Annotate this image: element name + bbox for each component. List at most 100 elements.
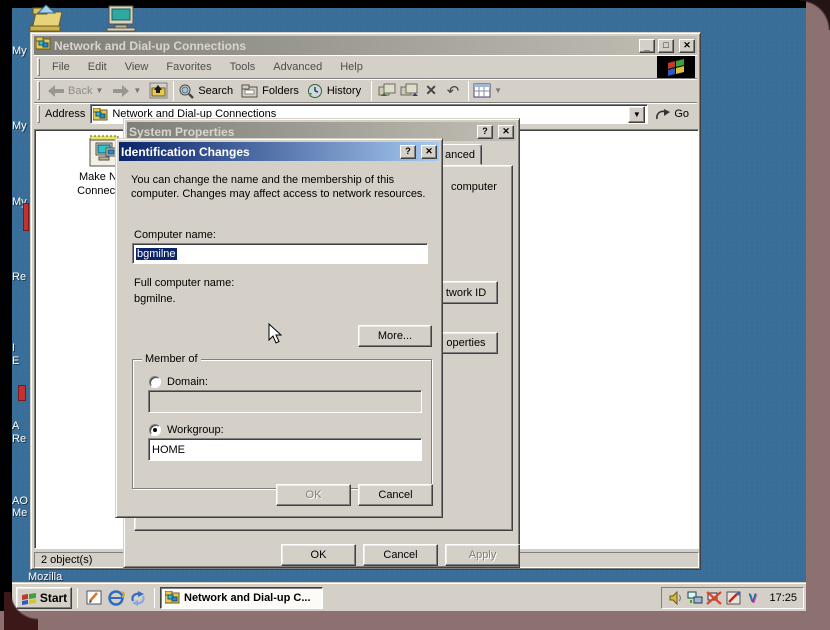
system-tray: V 17:25 [661, 587, 804, 609]
desktop-label[interactable]: E [12, 355, 19, 367]
monitor-screen: My D My My Re I E A Re AO Me Mozilla Net… [0, 0, 830, 630]
undo-icon[interactable]: ↶ [443, 81, 463, 101]
menu-tools[interactable]: Tools [221, 59, 265, 75]
dialog-title: System Properties [129, 125, 474, 139]
properties-button[interactable]: operties [434, 332, 498, 354]
member-of-label: Member of [142, 353, 201, 365]
help-button[interactable]: ? [477, 125, 493, 139]
identification-changes-titlebar[interactable]: Identification Changes ? ✕ [119, 142, 439, 161]
help-button[interactable]: ? [400, 145, 416, 159]
desktop-label[interactable]: Re [12, 433, 26, 445]
views-icon [473, 83, 491, 98]
ok-button[interactable]: OK [276, 484, 351, 506]
toolbar-grip[interactable] [37, 81, 40, 99]
desktop-label[interactable]: AO [12, 495, 28, 507]
domain-radio[interactable] [149, 376, 161, 388]
history-icon [307, 83, 324, 99]
menu-bar: File Edit View Favorites Tools Advanced … [34, 55, 697, 78]
workgroup-input[interactable]: HOME [148, 438, 422, 461]
workgroup-radio[interactable] [149, 424, 161, 436]
desktop-label[interactable]: I [12, 342, 15, 354]
maximize-button[interactable]: □ [658, 39, 674, 53]
search-icon [178, 83, 195, 99]
network-computers-icon[interactable] [687, 590, 703, 606]
paintbrush-icon[interactable] [725, 590, 741, 606]
network-disconnected-icon[interactable] [706, 590, 722, 606]
address-dropdown-button[interactable]: ▼ [628, 106, 645, 123]
menu-favorites[interactable]: Favorites [157, 59, 220, 75]
windows-throbber-icon [657, 56, 695, 78]
member-of-group: Member of Domain: Workgroup: HOME [132, 359, 432, 489]
menu-advanced[interactable]: Advanced [264, 59, 331, 75]
full-computer-name-label: Full computer name: [134, 277, 234, 289]
menu-edit[interactable]: Edit [79, 59, 116, 75]
cancel-button[interactable]: Cancel [363, 544, 438, 566]
clipped-desktop-icon [23, 203, 29, 231]
quicklaunch-sync-arrows-icon[interactable] [128, 588, 148, 608]
full-computer-name-value: bgmilne. [134, 293, 176, 305]
go-button[interactable]: Go [655, 108, 689, 121]
computer-name-label: Computer name: [134, 229, 216, 241]
copy-to-icon[interactable] [399, 81, 419, 101]
task-folder-icon [165, 591, 180, 604]
desktop-label-mozilla[interactable]: Mozilla [28, 571, 62, 583]
computer-name-input[interactable]: bgmilne [132, 243, 428, 264]
desktop-label[interactable]: Re [12, 271, 26, 283]
move-to-icon[interactable] [377, 81, 397, 101]
identify-text-partial: computer [451, 181, 497, 193]
monitor-bezel-corner [4, 592, 38, 630]
clipped-desktop-icon [18, 385, 26, 401]
mouse-cursor [268, 323, 282, 345]
ok-button[interactable]: OK [281, 544, 356, 566]
tray-clock[interactable]: 17:25 [769, 592, 797, 604]
v-antivirus-icon[interactable]: V [744, 590, 760, 606]
close-button[interactable]: ✕ [679, 39, 695, 53]
quicklaunch-document-pen-icon[interactable] [84, 588, 104, 608]
cancel-button[interactable]: Cancel [358, 484, 433, 506]
toolbar-grip[interactable] [37, 105, 40, 123]
window-title: Network and Dial-up Connections [54, 39, 636, 53]
folders-icon [241, 84, 259, 98]
desktop-label[interactable]: Me [12, 507, 27, 519]
workgroup-label: Workgroup: [167, 424, 224, 436]
selected-text: bgmilne [136, 248, 177, 260]
close-button[interactable]: ✕ [421, 145, 437, 159]
apply-button[interactable]: Apply [445, 544, 520, 566]
domain-input[interactable] [148, 390, 422, 413]
delete-icon[interactable]: ✕ [421, 81, 441, 101]
taskbar: Start Network and Dial-up C... [12, 583, 806, 611]
my-computer-icon[interactable] [105, 4, 139, 32]
volume-icon[interactable] [668, 590, 684, 606]
dialog-title: Identification Changes [121, 145, 397, 159]
folder-window-icon [36, 37, 51, 55]
more-button[interactable]: More... [358, 325, 432, 347]
desktop-label[interactable]: My [12, 120, 27, 132]
history-button[interactable]: History [307, 83, 361, 99]
toolbar-grip[interactable] [37, 58, 40, 76]
quicklaunch-internet-explorer-icon[interactable] [106, 588, 126, 608]
tab-advanced-partial[interactable]: anced [438, 144, 482, 165]
toolbar: Back ▼ ▼ Search Folders [34, 78, 697, 102]
monitor-bezel-right [806, 0, 830, 630]
desktop-label[interactable]: A [12, 420, 19, 432]
menu-help[interactable]: Help [331, 59, 372, 75]
go-arrow-icon [655, 108, 671, 121]
views-button[interactable]: ▼ [473, 83, 505, 98]
close-button[interactable]: ✕ [498, 125, 514, 139]
minimize-button[interactable]: _ [639, 39, 655, 53]
monitor-bezel-bottom [0, 611, 830, 630]
forward-button[interactable]: ▼ [112, 84, 144, 98]
folders-button[interactable]: Folders [241, 84, 299, 98]
taskbar-task-button[interactable]: Network and Dial-up C... [160, 587, 323, 609]
explorer-titlebar[interactable]: Network and Dial-up Connections _ □ ✕ [34, 36, 697, 55]
my-documents-icon[interactable] [28, 4, 64, 32]
up-button[interactable] [148, 81, 168, 101]
menu-view[interactable]: View [116, 59, 158, 75]
domain-label: Domain: [167, 376, 208, 388]
network-id-button[interactable]: twork ID [434, 281, 498, 304]
desktop: My D My My Re I E A Re AO Me Mozilla Net… [12, 8, 806, 611]
address-folder-icon [93, 108, 108, 121]
back-button[interactable]: Back ▼ [47, 84, 106, 98]
search-button[interactable]: Search [178, 83, 233, 99]
menu-file[interactable]: File [43, 59, 79, 75]
